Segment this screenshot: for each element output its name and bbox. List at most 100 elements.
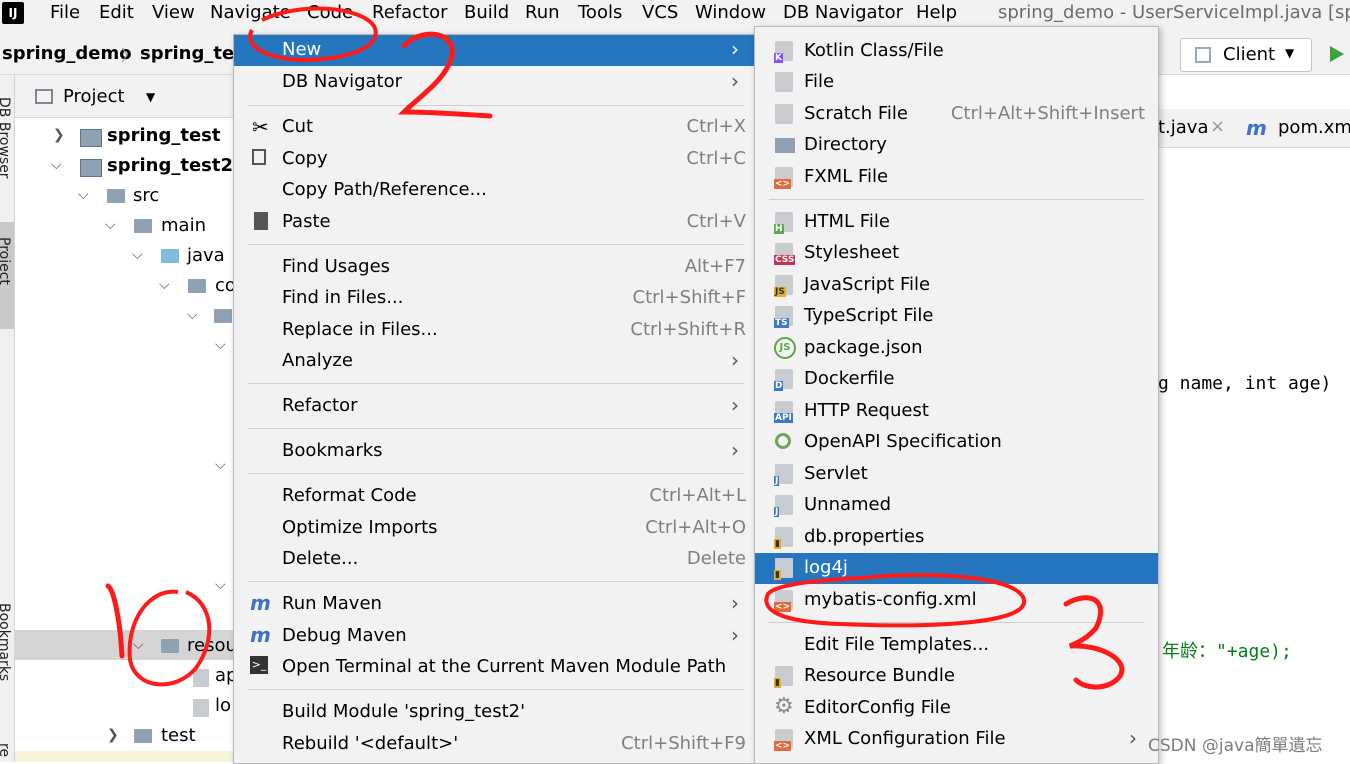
tree-item-spring-test[interactable]: spring_test	[107, 125, 220, 146]
menu-item-copy-path[interactable]: Copy Path/Reference...	[234, 175, 754, 206]
menu-item-unnamed[interactable]: J Unnamed	[755, 490, 1158, 521]
project-panel-header: Project ▼	[15, 75, 233, 118]
module-icon	[80, 129, 102, 147]
close-icon[interactable]: ×	[1210, 116, 1225, 137]
menu-item-optimize-imports[interactable]: Optimize Imports Ctrl+Alt+O	[234, 513, 754, 544]
menu-item-file[interactable]: File	[755, 67, 1158, 98]
menu-item-copy[interactable]: Copy Ctrl+C	[234, 144, 754, 175]
editor-tab-pom[interactable]: pom.xml	[1278, 117, 1350, 138]
menu-label: Servlet	[804, 463, 868, 484]
menu-item-dockerfile[interactable]: D Dockerfile	[755, 364, 1158, 395]
menu-item-edit-file-templates[interactable]: Edit File Templates...	[755, 630, 1158, 661]
menu-item-open-terminal[interactable]: >_ Open Terminal at the Current Maven Mo…	[234, 652, 754, 683]
chevron-down-icon[interactable]: ⌵	[105, 217, 116, 233]
menu-item-new[interactable]: New ›	[234, 35, 754, 66]
menu-item-html-file[interactable]: H HTML File	[755, 207, 1158, 238]
menu-code[interactable]: Code	[307, 2, 353, 23]
tree-item-spring-test2[interactable]: spring_test2	[107, 155, 233, 176]
menu-item-scratch-file[interactable]: Scratch File Ctrl+Alt+Shift+Insert	[755, 99, 1158, 130]
tree-item-lo[interactable]: lo	[215, 695, 231, 716]
menu-item-delete[interactable]: Delete... Delete	[234, 544, 754, 575]
menu-label: Analyze	[282, 350, 353, 371]
menu-item-debug-maven[interactable]: m Debug Maven ›	[234, 621, 754, 652]
chevron-right-icon[interactable]: ❯	[53, 127, 65, 143]
chevron-down-icon[interactable]: ▼	[146, 90, 155, 104]
menu-item-directory[interactable]: Directory	[755, 130, 1158, 161]
project-tab[interactable]: Project	[0, 237, 12, 285]
menu-item-analyze[interactable]: Analyze ›	[234, 346, 754, 377]
menu-item-fxml-file[interactable]: <> FXML File	[755, 162, 1158, 193]
chevron-down-icon[interactable]: ⌵	[51, 157, 62, 173]
menu-item-resource-bundle[interactable]: ▮ Resource Bundle	[755, 661, 1158, 692]
menu-item-cut[interactable]: ✂ Cut Ctrl+X	[234, 112, 754, 143]
menu-item-build-module[interactable]: Build Module 'spring_test2'	[234, 697, 754, 728]
chevron-down-icon[interactable]: ⌵	[215, 457, 226, 473]
menu-label: Optimize Imports	[282, 517, 438, 538]
tree-item-test[interactable]: test	[161, 725, 196, 746]
tree-item-main[interactable]: main	[161, 215, 206, 236]
menu-item-refactor[interactable]: Refactor ›	[234, 391, 754, 422]
tree-item-package[interactable]: co	[215, 275, 233, 296]
bookmarks-tab[interactable]: Bookmarks	[0, 603, 12, 681]
chevron-down-icon[interactable]: ⌵	[78, 187, 89, 203]
tree-item-java[interactable]: java	[187, 245, 225, 266]
menu-separator	[248, 428, 744, 429]
menu-item-log4j[interactable]: ▮ log4j	[755, 553, 1158, 584]
menu-item-http-request[interactable]: API HTTP Request	[755, 396, 1158, 427]
tree-item-ap[interactable]: ap	[215, 665, 233, 686]
chevron-down-icon[interactable]: ⌵	[187, 307, 198, 323]
menu-item-bookmarks[interactable]: Bookmarks ›	[234, 436, 754, 467]
menu-item-typescript-file[interactable]: TS TypeScript File	[755, 301, 1158, 332]
menu-db-navigator[interactable]: DB Navigator	[783, 2, 903, 23]
menu-refactor[interactable]: Refactor	[372, 2, 448, 23]
tree-item-resources[interactable]: resou	[187, 635, 233, 656]
menu-navigate[interactable]: Navigate	[210, 2, 291, 23]
menu-window[interactable]: Window	[695, 2, 766, 23]
menu-run[interactable]: Run	[525, 2, 560, 23]
menu-item-javascript-file[interactable]: JS JavaScript File	[755, 270, 1158, 301]
breadcrumb-project[interactable]: spring_demo	[2, 43, 132, 64]
chevron-down-icon[interactable]: ⌵	[132, 247, 143, 263]
menu-item-package-json[interactable]: JS package.json	[755, 333, 1158, 364]
menu-item-run-maven[interactable]: m Run Maven ›	[234, 589, 754, 620]
main-menu-bar: IJ File Edit View Navigate Code Refactor…	[0, 0, 1350, 26]
chevron-right-icon: ›	[731, 393, 739, 417]
menu-help[interactable]: Help	[916, 2, 957, 23]
run-icon[interactable]	[1330, 46, 1344, 62]
chevron-down-icon[interactable]: ⌵	[215, 577, 226, 593]
menu-label: HTTP Request	[804, 400, 929, 421]
run-config-select[interactable]: Client ▼	[1180, 38, 1312, 72]
menu-item-xml-config[interactable]: <> XML Configuration File ›	[755, 724, 1158, 755]
menu-file[interactable]: File	[50, 2, 80, 23]
structure-tab[interactable]: re	[0, 743, 12, 757]
chevron-down-icon[interactable]: ⌵	[159, 277, 170, 293]
menu-item-openapi-spec[interactable]: OpenAPI Specification	[755, 427, 1158, 458]
menu-item-find-usages[interactable]: Find Usages Alt+F7	[234, 252, 754, 283]
breadcrumb-module[interactable]: spring_tes	[140, 43, 245, 64]
properties-icon: ▮	[774, 666, 793, 688]
menu-item-servlet[interactable]: J Servlet	[755, 459, 1158, 490]
chevron-right-icon[interactable]: ❯	[107, 727, 119, 743]
menu-vcs[interactable]: VCS	[642, 2, 678, 23]
menu-item-rebuild[interactable]: Rebuild '<default>' Ctrl+Shift+F9	[234, 729, 754, 760]
menu-view[interactable]: View	[152, 2, 195, 23]
menu-item-replace-in-files[interactable]: Replace in Files... Ctrl+Shift+R	[234, 315, 754, 346]
menu-item-kotlin-class[interactable]: K Kotlin Class/File	[755, 36, 1158, 67]
menu-item-reformat-code[interactable]: Reformat Code Ctrl+Alt+L	[234, 481, 754, 512]
properties-icon: ▮	[774, 527, 793, 549]
db-browser-tab[interactable]: DB Browser	[0, 97, 12, 179]
chevron-down-icon[interactable]: ⌵	[133, 637, 144, 653]
tree-item-src[interactable]: src	[133, 185, 159, 206]
menu-item-db-properties[interactable]: ▮ db.properties	[755, 522, 1158, 553]
menu-item-stylesheet[interactable]: CSS Stylesheet	[755, 238, 1158, 269]
menu-edit[interactable]: Edit	[99, 2, 134, 23]
menu-item-editorconfig[interactable]: ⚙ EditorConfig File	[755, 693, 1158, 724]
editor-tab-java[interactable]: t.java	[1158, 117, 1209, 138]
menu-build[interactable]: Build	[464, 2, 509, 23]
menu-item-db-navigator[interactable]: DB Navigator ›	[234, 67, 754, 98]
menu-item-find-in-files[interactable]: Find in Files... Ctrl+Shift+F	[234, 283, 754, 314]
menu-item-paste[interactable]: Paste Ctrl+V	[234, 207, 754, 238]
menu-tools[interactable]: Tools	[578, 2, 622, 23]
chevron-down-icon[interactable]: ⌵	[215, 337, 226, 353]
menu-item-mybatis-config[interactable]: <> mybatis-config.xml	[755, 585, 1158, 616]
